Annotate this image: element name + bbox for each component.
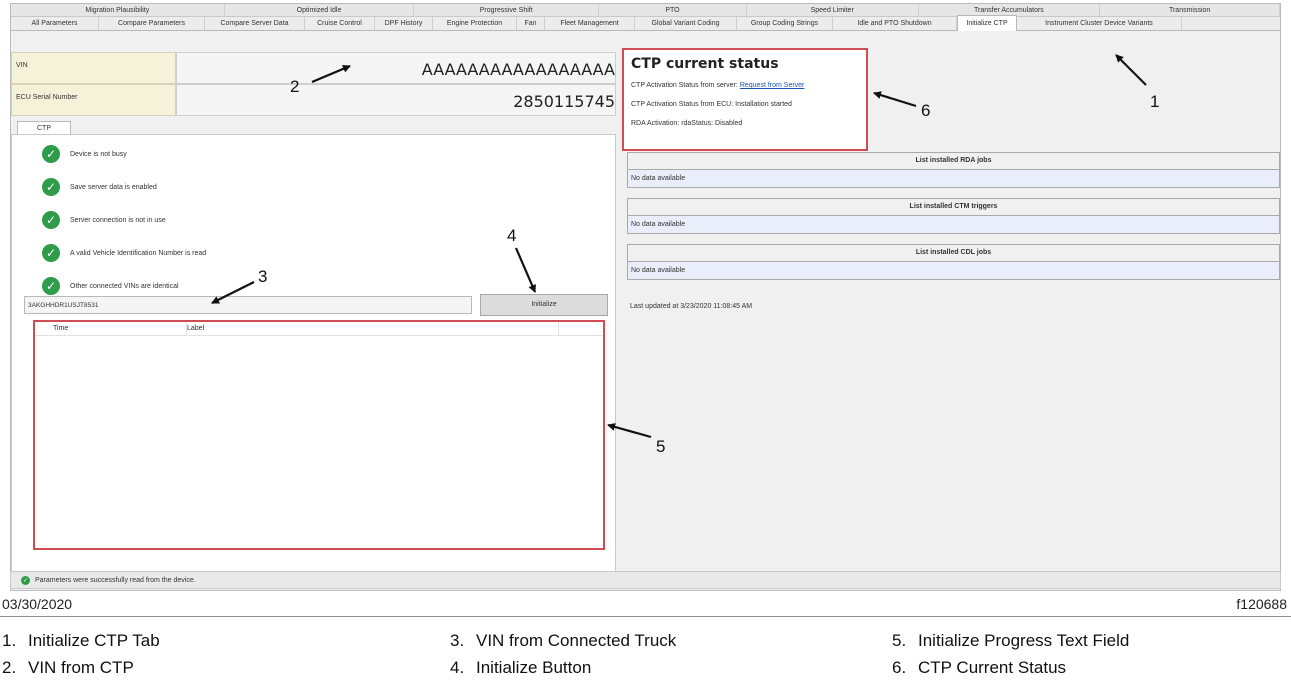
check-label: Server connection is not in use	[70, 216, 166, 224]
initialize-progress-log[interactable]: Time Label	[33, 320, 605, 550]
legend-number: 3.	[450, 631, 465, 650]
status-bar-text: Parameters were successfully read from t…	[35, 576, 196, 584]
tab-initialize-ctp[interactable]: Initialize CTP	[957, 15, 1017, 31]
ctp-activation-ecu: CTP Activation Status from ECU: Installa…	[631, 101, 792, 108]
check-valid-vin: ✓ A valid Vehicle Identification Number …	[42, 244, 206, 262]
tab-compare-parameters[interactable]: Compare Parameters	[99, 17, 205, 30]
log-column-time[interactable]: Time	[35, 322, 187, 335]
ecu-serial-value: 2850115745	[176, 84, 616, 116]
check-save-server-data: ✓ Save server data is enabled	[42, 178, 157, 196]
check-device-not-busy: ✓ Device is not busy	[42, 145, 127, 163]
tab-group-coding-strings[interactable]: Group Coding Strings	[737, 17, 833, 30]
ctp-activation-server-label: CTP Activation Status from server:	[631, 82, 738, 89]
tab-transmission[interactable]: Transmission	[1100, 4, 1280, 16]
checkmark-icon: ✓	[42, 178, 60, 196]
check-server-connection: ✓ Server connection is not in use	[42, 211, 166, 229]
tab-speed-limiter[interactable]: Speed Limiter	[747, 4, 919, 16]
checkmark-icon: ✓	[42, 244, 60, 262]
tab-progressive-shift[interactable]: Progressive Shift	[414, 4, 600, 16]
tab-fan[interactable]: Fan	[517, 17, 545, 30]
legend-number: 2.	[2, 658, 17, 677]
callout-3: 3	[258, 267, 268, 286]
legend-item-3: 3. VIN from Connected Truck	[450, 631, 676, 651]
tab-fleet-management[interactable]: Fleet Management	[545, 17, 635, 30]
status-bar: ✓ Parameters were successfully read from…	[10, 571, 1281, 589]
legend-number: 5.	[892, 631, 907, 650]
success-icon: ✓	[21, 575, 30, 585]
cdl-jobs-body: No data available	[627, 262, 1280, 280]
last-updated-text: Last updated at 3/23/2020 11:08:45 AM	[630, 303, 753, 310]
callout-2: 2	[290, 77, 300, 96]
ecu-serial-row: ECU Serial Number 2850115745	[11, 84, 616, 116]
legend-number: 4.	[450, 658, 465, 677]
ctm-triggers-header[interactable]: List installed CTM triggers	[627, 198, 1280, 216]
tab-dpf-history[interactable]: DPF History	[375, 17, 433, 30]
legend-text: Initialize CTP Tab	[28, 631, 160, 650]
tab-compare-server-data[interactable]: Compare Server Data	[205, 17, 305, 30]
vin-from-ctp-field: AAAAAAAAAAAAAAAAA	[176, 52, 616, 84]
ctp-status-title: CTP current status	[631, 56, 779, 72]
tab-all-parameters[interactable]: All Parameters	[11, 17, 99, 30]
tab-cruise-control[interactable]: Cruise Control	[305, 17, 375, 30]
legend-text: Initialize Button	[476, 658, 592, 677]
tab-pto[interactable]: PTO	[599, 4, 747, 16]
tab-row-bottom: All Parameters Compare Parameters Compar…	[11, 15, 1280, 31]
callout-5: 5	[656, 437, 666, 456]
legend-text: VIN from Connected Truck	[476, 631, 677, 650]
vin-row: VIN AAAAAAAAAAAAAAAAA	[11, 52, 616, 84]
legend-number: 1.	[2, 631, 17, 650]
vin-connected-truck-field[interactable]: 3AKGHHDR1USJT8531	[24, 296, 472, 314]
vin-label: VIN	[11, 52, 176, 84]
check-label: Device is not busy	[70, 150, 127, 158]
log-header: Time Label	[35, 322, 603, 336]
callout-4: 4	[507, 226, 517, 245]
check-label: Save server data is enabled	[70, 183, 157, 191]
initialize-button[interactable]: Initialize	[480, 294, 608, 316]
legend-text: Initialize Progress Text Field	[918, 631, 1130, 650]
tab-engine-protection[interactable]: Engine Protection	[433, 17, 517, 30]
ctm-triggers-body: No data available	[627, 216, 1280, 234]
check-label: A valid Vehicle Identification Number is…	[70, 249, 207, 257]
cdl-jobs-header[interactable]: List installed CDL jobs	[627, 244, 1280, 262]
callout-1: 1	[1150, 92, 1160, 111]
legend-text: CTP Current Status	[918, 658, 1067, 677]
tab-idle-pto-shutdown[interactable]: Idle and PTO Shutdown	[833, 17, 957, 30]
tab-ctp-initialization[interactable]: CTP Initialization	[17, 121, 71, 146]
check-vins-identical: ✓ Other connected VINs are identical	[42, 277, 179, 295]
legend-item-6: 6. CTP Current Status	[892, 658, 1066, 678]
checkmark-icon: ✓	[42, 277, 60, 295]
rda-activation-status: RDA Activation: rdaStatus: Disabled	[631, 120, 743, 127]
legend-item-1: 1. Initialize CTP Tab	[2, 631, 160, 651]
log-column-label[interactable]: Label	[187, 322, 559, 335]
caption-divider	[0, 616, 1291, 617]
tab-optimized-idle[interactable]: Optimized Idle	[225, 4, 415, 16]
rda-jobs-body: No data available	[627, 170, 1280, 188]
legend-item-2: 2. VIN from CTP	[2, 658, 134, 678]
legend-item-5: 5. Initialize Progress Text Field	[892, 631, 1129, 651]
ctp-activation-server: CTP Activation Status from server: Reque…	[631, 82, 866, 89]
tab-row-top: Migration Plausibility Optimized Idle Pr…	[11, 4, 1280, 17]
caption-date: 03/30/2020	[2, 596, 73, 612]
callout-6: 6	[921, 101, 931, 120]
tab-migration-plausibility[interactable]: Migration Plausibility	[11, 4, 225, 16]
legend-text: VIN from CTP	[28, 658, 134, 677]
check-label: Other connected VINs are identical	[70, 282, 179, 290]
tab-global-variant-coding[interactable]: Global Variant Coding	[635, 17, 737, 30]
checkmark-icon: ✓	[42, 145, 60, 163]
checkmark-icon: ✓	[42, 211, 60, 229]
caption-figure-id: f120688	[1236, 596, 1287, 612]
ctp-current-status-panel: CTP current status CTP Activation Status…	[622, 48, 868, 151]
legend-item-4: 4. Initialize Button	[450, 658, 591, 678]
request-from-server-link[interactable]: Request from Server	[740, 82, 805, 89]
rda-jobs-header[interactable]: List installed RDA jobs	[627, 152, 1280, 170]
tab-instrument-cluster-device-variants[interactable]: Instrument Cluster Device Variants	[1017, 17, 1182, 30]
legend-number: 6.	[892, 658, 907, 677]
ecu-serial-label: ECU Serial Number	[11, 84, 176, 116]
